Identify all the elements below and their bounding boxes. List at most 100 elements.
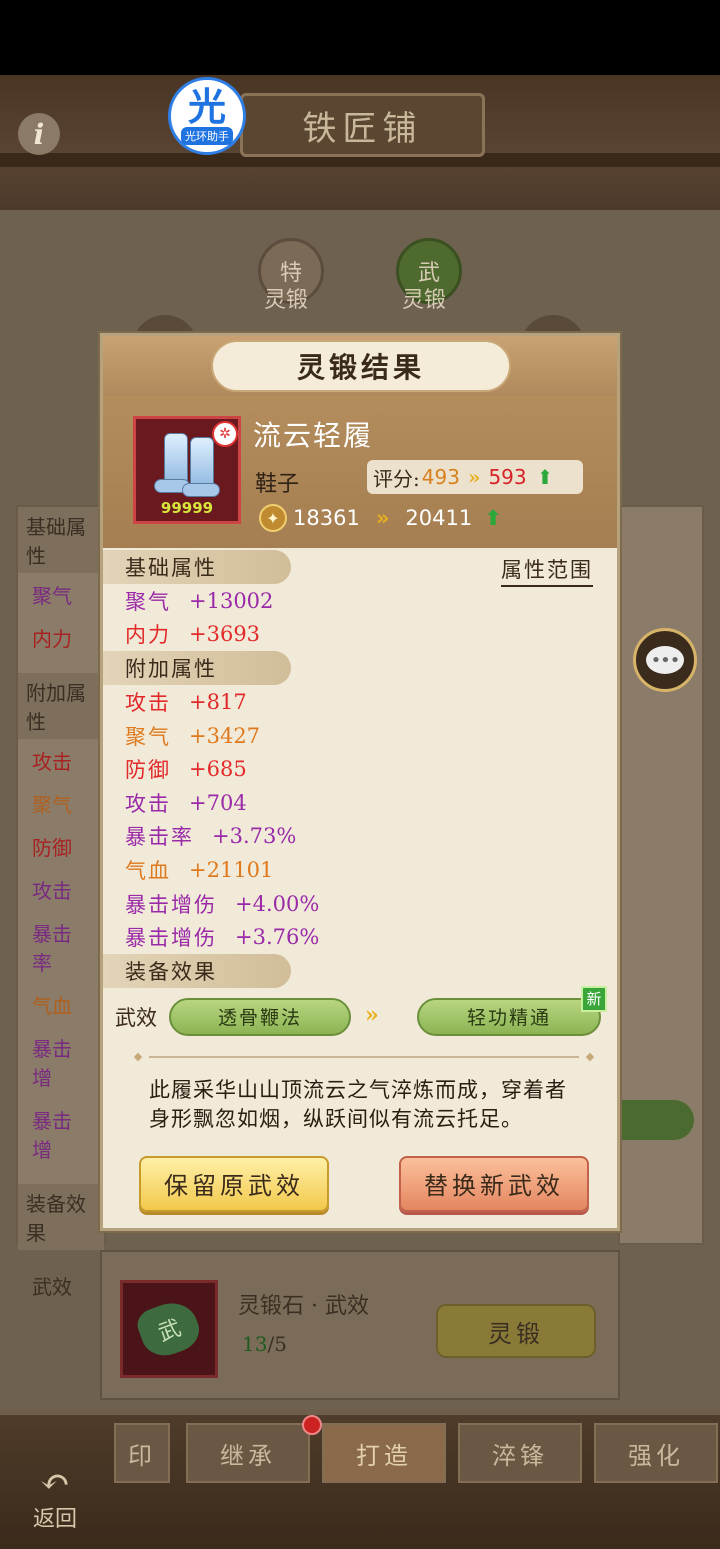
bg-row: 暴击增 xyxy=(32,1109,72,1162)
attribute-row: 攻击 +817 xyxy=(103,685,617,719)
equip-effect-header: 装备效果 xyxy=(103,953,291,988)
assistant-logo-icon: 光 xyxy=(187,85,226,129)
tab-weapon-label: 灵锻 xyxy=(402,288,447,313)
attr-name: 聚气 xyxy=(125,589,171,614)
dialog-actions: 保留原武效 替换新武效 xyxy=(103,1155,617,1236)
forge-button[interactable]: 灵锻 xyxy=(436,1304,596,1358)
assistant-badge[interactable]: 光 光环助手 xyxy=(168,77,246,155)
forge-stone-slot[interactable]: 武 xyxy=(120,1280,218,1378)
new-badge: 新 xyxy=(581,985,607,1012)
dialog-content: 基础属性 属性范围 聚气 +13002 内力 +3693 附加属性 攻击 +817 聚… xyxy=(103,550,617,1236)
score-new: 593 xyxy=(488,465,527,489)
tab-special-label: 灵锻 xyxy=(264,288,309,313)
replace-new-effect-button[interactable]: 替换新武效 xyxy=(399,1155,589,1212)
base-attributes-header: 基础属性 xyxy=(103,550,291,584)
weapon-effect-row: 武效 透骨鞭法 » 轻功精通 新 xyxy=(103,985,617,1048)
attr-name: 暴击增伤 xyxy=(125,926,217,951)
bg-effect-header: 装备效果 xyxy=(18,1184,104,1250)
double-chevron-icon: » xyxy=(467,465,481,489)
attribute-row: 聚气 +3427 xyxy=(103,719,617,753)
back-label: 返回 xyxy=(32,1507,77,1532)
attribute-row: 攻击 +704 xyxy=(103,786,617,820)
tab-inherit[interactable]: 继承 xyxy=(186,1423,310,1483)
material-count: 13/5 xyxy=(242,1332,287,1356)
item-level: 99999 xyxy=(160,499,214,517)
attr-name: 内力 xyxy=(125,623,171,648)
bg-row: 武效 xyxy=(32,1275,72,1299)
game-screen: i 铁匠铺 光 光环助手 特 灵锻 武 灵锻 基础属性 聚气 内力 附加属性 攻… xyxy=(0,75,720,1549)
attr-value: +817 xyxy=(189,689,247,714)
section-title: 装备效果 xyxy=(125,959,217,984)
bg-row: 聚气 xyxy=(32,584,72,608)
attribute-row: 暴击增伤 +3.76% xyxy=(103,920,617,954)
attr-value: +3.76% xyxy=(235,925,320,950)
attribute-range-link[interactable]: 属性范围 xyxy=(501,554,593,587)
status-bar xyxy=(0,0,720,75)
attr-value: +4.00% xyxy=(235,891,320,916)
bg-extra-header: 附加属性 xyxy=(18,673,104,739)
background-attribute-panel: 基础属性 聚气 内力 附加属性 攻击 聚气 防御 攻击 暴击率 气血 暴击增 暴… xyxy=(16,505,106,1299)
bg-row: 攻击 xyxy=(32,750,72,774)
score-old: 493 xyxy=(421,465,460,489)
attr-name: 防御 xyxy=(125,758,171,783)
effect-label: 武效 xyxy=(115,1005,157,1030)
tab-craft[interactable]: 打造 xyxy=(322,1423,446,1483)
bg-row: 防御 xyxy=(32,836,72,860)
attribute-row: 内力 +3693 xyxy=(103,618,617,652)
double-chevron-icon: » xyxy=(375,506,390,530)
attr-name: 暴击增伤 xyxy=(125,892,217,917)
attr-value: +13002 xyxy=(189,588,274,613)
old-effect-pill[interactable]: 透骨鞭法 xyxy=(169,997,351,1036)
item-type: 鞋子 xyxy=(255,472,300,497)
chat-icon[interactable]: ••• xyxy=(633,628,697,692)
tab-temper[interactable]: 淬锋 xyxy=(458,1423,582,1483)
material-have: 13 xyxy=(242,1332,268,1356)
assistant-label: 光环助手 xyxy=(181,127,233,145)
up-arrow-icon: ⬆ xyxy=(536,465,554,489)
stone-glyph: 武 xyxy=(155,1315,185,1347)
attribute-row: 防御 +685 xyxy=(103,752,617,786)
score-box: 评分: 493 » 593 ⬆ xyxy=(367,460,583,494)
tab-seal[interactable]: 印 xyxy=(114,1423,170,1483)
double-chevron-icon: » xyxy=(365,1001,379,1028)
item-icon[interactable]: ✲ 99999 xyxy=(133,416,241,524)
bg-row: 内力 xyxy=(32,627,72,651)
attr-value: +3693 xyxy=(189,622,261,647)
score-label: 评分: xyxy=(373,466,420,491)
info-icon[interactable]: i xyxy=(18,113,60,155)
dialog-title: 灵锻结果 xyxy=(211,340,511,392)
bg-row: 暴击率 xyxy=(32,922,72,975)
bg-row: 暴击增 xyxy=(32,1037,72,1090)
power-icon: ✦ xyxy=(259,504,287,532)
item-summary: ✲ 99999 流云轻履 鞋子 评分: 493 » 593 ⬆ ✦ 18361 … xyxy=(103,396,617,548)
tab-enhance[interactable]: 强化 xyxy=(594,1423,718,1483)
page-title: 铁匠铺 xyxy=(240,93,485,157)
bg-base-header: 基础属性 xyxy=(18,507,104,573)
section-title: 附加属性 xyxy=(125,657,217,682)
attribute-row: 聚气 +13002 xyxy=(103,584,617,618)
keep-old-effect-button[interactable]: 保留原武效 xyxy=(139,1155,329,1212)
extra-attributes-header: 附加属性 xyxy=(103,651,291,686)
power-row: ✦ 18361 » 20411 ⬆ xyxy=(259,504,502,532)
item-name: 流云轻履 xyxy=(253,419,374,452)
power-old: 18361 xyxy=(293,506,360,530)
attribute-row: 暴击率 +3.73% xyxy=(103,820,617,854)
attr-value: +704 xyxy=(189,790,247,815)
up-arrow-icon: ⬆ xyxy=(484,506,502,530)
attr-value: +21101 xyxy=(189,857,274,882)
attr-name: 攻击 xyxy=(125,791,171,816)
forge-result-dialog: 灵锻结果 ✲ 99999 流云轻履 鞋子 评分: 493 » 593 ⬆ ✦ 1… xyxy=(100,333,620,1231)
back-arrow-icon: ↶ xyxy=(39,1462,71,1503)
bg-row: 聚气 xyxy=(32,793,72,817)
attr-name: 气血 xyxy=(125,858,171,883)
attr-name: 聚气 xyxy=(125,724,171,749)
dialog-header: 灵锻结果 xyxy=(103,336,617,396)
material-need: /5 xyxy=(267,1332,287,1356)
attr-value: +3427 xyxy=(189,723,261,748)
back-button[interactable]: ↶ 返回 xyxy=(20,1465,90,1540)
boots-icon xyxy=(154,433,224,501)
background-effect-bar xyxy=(618,1100,694,1140)
attr-name: 攻击 xyxy=(125,690,171,715)
new-effect-pill[interactable]: 轻功精通 xyxy=(417,997,601,1036)
material-panel: 武 灵锻石 · 武效 13/5 灵锻 xyxy=(100,1250,620,1400)
